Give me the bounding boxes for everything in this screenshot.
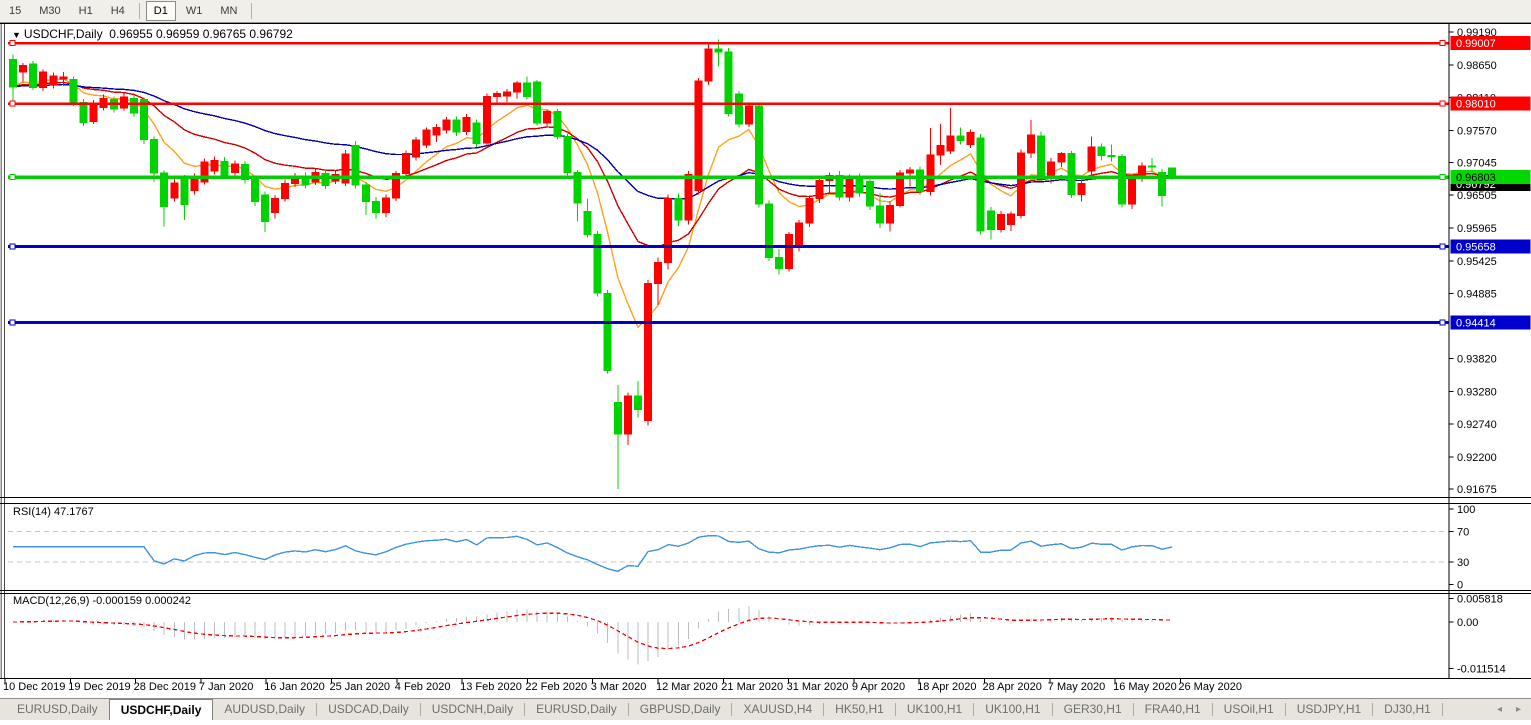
date-tick-label: 10 Dec 2019 xyxy=(3,681,65,693)
svg-text:0.94414: 0.94414 xyxy=(1456,317,1496,329)
svg-text:0.96803: 0.96803 xyxy=(1456,172,1496,184)
svg-text:-0.011514: -0.011514 xyxy=(1457,664,1506,676)
date-tick-label: 28 Dec 2019 xyxy=(134,681,196,693)
svg-text:0.98010: 0.98010 xyxy=(1456,99,1496,111)
date-tick-label: 19 Dec 2019 xyxy=(68,681,130,693)
chart-canvas[interactable]: 0.991900.986500.981100.975700.970450.965… xyxy=(0,0,1531,725)
svg-text:0.97570: 0.97570 xyxy=(1457,125,1497,137)
date-tick-label: 7 Jan 2020 xyxy=(199,681,253,693)
svg-text:100: 100 xyxy=(1457,504,1475,516)
macd-indicator-label: MACD(12,26,9) -0.000159 0.000242 xyxy=(13,595,191,607)
date-tick-label: 12 Mar 2020 xyxy=(656,681,718,693)
date-tick-label: 16 May 2020 xyxy=(1113,681,1177,693)
date-tick-label: 3 Mar 2020 xyxy=(591,681,647,693)
rsi-indicator-label: RSI(14) 47.1767 xyxy=(13,506,94,518)
svg-text:0.96505: 0.96505 xyxy=(1457,190,1497,202)
svg-text:0.93280: 0.93280 xyxy=(1457,386,1497,398)
svg-text:0.98650: 0.98650 xyxy=(1457,60,1497,72)
date-tick-label: 18 Apr 2020 xyxy=(917,681,976,693)
svg-text:0.00: 0.00 xyxy=(1457,617,1478,629)
svg-text:0.005818: 0.005818 xyxy=(1457,593,1503,605)
svg-text:0.99007: 0.99007 xyxy=(1456,38,1496,50)
svg-text:0.95965: 0.95965 xyxy=(1457,223,1497,235)
date-tick-label: 13 Feb 2020 xyxy=(460,681,522,693)
date-tick-label: 31 Mar 2020 xyxy=(787,681,849,693)
date-tick-label: 26 May 2020 xyxy=(1178,681,1242,693)
date-tick-label: 21 Mar 2020 xyxy=(721,681,783,693)
chart-expand-icon[interactable]: ▼ xyxy=(12,30,21,40)
svg-text:0: 0 xyxy=(1457,580,1463,592)
svg-text:0.95658: 0.95658 xyxy=(1456,242,1496,254)
svg-text:0.91675: 0.91675 xyxy=(1457,484,1497,496)
svg-text:0.92200: 0.92200 xyxy=(1457,452,1497,464)
date-tick-label: 22 Feb 2020 xyxy=(525,681,587,693)
svg-text:0.97045: 0.97045 xyxy=(1457,157,1497,169)
svg-text:30: 30 xyxy=(1457,557,1469,569)
date-tick-label: 7 May 2020 xyxy=(1048,681,1105,693)
date-tick-label: 28 Apr 2020 xyxy=(983,681,1042,693)
date-tick-label: 9 Apr 2020 xyxy=(852,681,905,693)
svg-text:0.92740: 0.92740 xyxy=(1457,419,1497,431)
svg-text:0.94885: 0.94885 xyxy=(1457,289,1497,301)
svg-text:70: 70 xyxy=(1457,527,1469,539)
chart-ohlc-values: 0.96955 0.96959 0.96765 0.96792 xyxy=(109,27,293,41)
date-tick-label: 16 Jan 2020 xyxy=(264,681,325,693)
date-tick-label: 25 Jan 2020 xyxy=(330,681,391,693)
svg-text:0.95425: 0.95425 xyxy=(1457,256,1497,268)
date-tick-label: 4 Feb 2020 xyxy=(395,681,451,693)
chart-title: ▼USDCHF,Daily 0.96955 0.96959 0.96765 0.… xyxy=(12,27,293,41)
chart-symbol-label: USDCHF,Daily xyxy=(24,27,103,41)
svg-text:0.93820: 0.93820 xyxy=(1457,353,1497,365)
